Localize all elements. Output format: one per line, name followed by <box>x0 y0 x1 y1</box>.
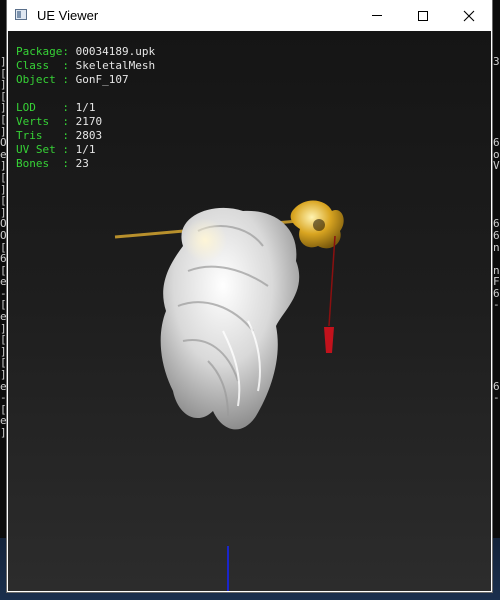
maximize-button[interactable] <box>400 0 446 31</box>
minimize-button[interactable] <box>354 0 400 31</box>
maximize-icon <box>418 10 428 21</box>
console-char <box>493 253 500 265</box>
console-char: n <box>493 241 500 254</box>
console-char <box>493 404 500 416</box>
minimize-icon <box>372 15 382 16</box>
hair-mass <box>160 207 300 430</box>
ue-viewer-window: UE Viewer Package: 00034189.upk Class : … <box>7 0 492 592</box>
axis-line <box>227 546 229 591</box>
app-icon <box>15 9 27 20</box>
console-char <box>493 195 500 207</box>
console-char <box>493 346 500 358</box>
console-char <box>493 357 500 369</box>
console-char: - <box>493 299 500 312</box>
console-char <box>493 102 500 114</box>
console-char: 6 <box>493 380 500 393</box>
console-char <box>493 311 500 323</box>
console-char: 3 <box>493 56 500 68</box>
console-char <box>493 207 500 219</box>
console-char <box>493 114 500 126</box>
console-char: o <box>493 148 500 161</box>
console-char <box>493 323 500 335</box>
red-tassel <box>324 327 334 353</box>
console-char: F <box>493 276 500 288</box>
console-char: n <box>493 264 500 277</box>
console-char: 6 <box>493 137 500 149</box>
console-char <box>493 184 500 196</box>
console-char <box>493 415 500 427</box>
3d-viewport[interactable]: Package: 00034189.upk Class : SkeletalMe… <box>8 31 491 591</box>
console-char <box>493 334 500 346</box>
console-char: - <box>493 392 500 404</box>
console-char: 6 <box>493 229 500 242</box>
console-right-strip: 36oV66nnF6-6- <box>493 56 500 439</box>
console-char: V <box>493 160 500 172</box>
console-char <box>493 91 500 103</box>
light-glow <box>183 218 227 262</box>
window-title: UE Viewer <box>37 8 99 23</box>
console-char <box>493 126 500 138</box>
close-button[interactable] <box>446 0 492 31</box>
console-char <box>493 427 500 439</box>
console-char: 6 <box>493 287 500 300</box>
console-char <box>493 79 500 91</box>
console-char <box>493 68 500 80</box>
close-icon <box>463 10 475 21</box>
console-char <box>493 172 500 184</box>
hair-mesh-render <box>114 200 344 430</box>
console-char <box>493 369 500 381</box>
tassel-cord <box>328 235 336 327</box>
console-char: 6 <box>493 218 500 230</box>
title-bar[interactable]: UE Viewer <box>7 0 492 31</box>
